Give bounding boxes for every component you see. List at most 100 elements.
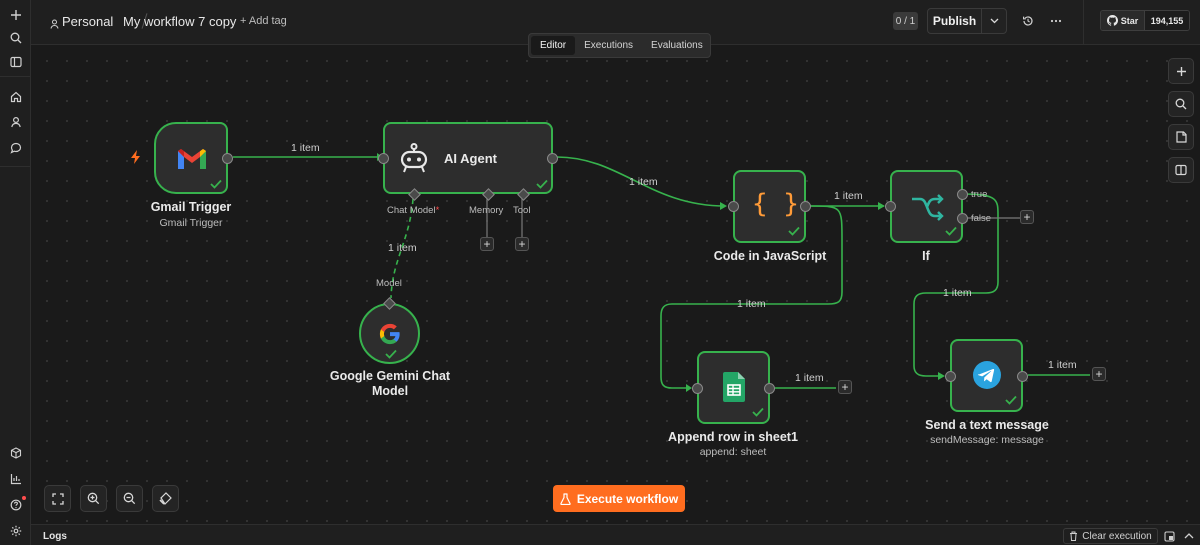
input-handle[interactable] (885, 201, 896, 212)
workflow-name[interactable]: My workflow 7 copy (123, 14, 236, 29)
true-label: true (971, 189, 988, 200)
braces-icon: { } (752, 189, 799, 219)
node-gemini-chat-model[interactable] (359, 297, 420, 364)
flask-icon (560, 492, 571, 505)
node-append-row-sheet[interactable] (692, 351, 775, 424)
execute-workflow-button[interactable]: Execute workflow (553, 485, 685, 512)
sticky-note-button[interactable] (1168, 124, 1194, 150)
success-check-icon (536, 179, 548, 189)
chevron-down-icon[interactable] (982, 9, 1006, 33)
lightning-icon (130, 150, 142, 169)
search-icon (1175, 98, 1187, 110)
node-title-gemini-line1: Google Gemini Chat (329, 369, 451, 383)
add-tag-button[interactable]: + Add tag (240, 15, 287, 27)
plus-icon[interactable] (5, 4, 26, 25)
chat-icon[interactable] (5, 137, 26, 158)
more-icon[interactable] (1048, 13, 1064, 29)
github-icon (1106, 15, 1118, 26)
edge-label: 1 item (737, 298, 766, 310)
publish-button-group: Publish (927, 8, 1007, 34)
tidy-up-button[interactable] (152, 485, 179, 512)
tool-label: Tool (513, 205, 531, 216)
output-handle[interactable] (800, 201, 811, 212)
node-title-if: If (922, 249, 930, 263)
output-handle[interactable] (1017, 371, 1028, 382)
view-tabs: Editor Executions Evaluations (528, 33, 711, 58)
output-handle[interactable] (547, 153, 558, 164)
cube-icon[interactable] (5, 442, 26, 463)
user-icon[interactable] (5, 111, 26, 132)
add-node-button[interactable] (1168, 58, 1194, 84)
clear-execution-label: Clear execution (1082, 530, 1152, 542)
node-send-text-message[interactable] (945, 339, 1028, 412)
model-port-label: Model (376, 278, 402, 289)
false-label: false (971, 213, 992, 224)
help-icon[interactable] (5, 494, 26, 515)
node-title-gemini-line2: Model (371, 384, 409, 398)
chevron-up-icon[interactable] (1183, 530, 1195, 542)
tab-evaluations[interactable]: Evaluations (642, 36, 712, 55)
node-title-code: Code in JavaScript (713, 249, 827, 263)
node-if[interactable] (885, 170, 968, 243)
node-ai-agent[interactable]: AI Agent (378, 122, 558, 201)
publish-button[interactable]: Publish (928, 9, 982, 33)
tab-editor[interactable]: Editor (531, 36, 576, 55)
add-false-branch-button[interactable]: + (1020, 210, 1034, 224)
success-check-icon (210, 179, 222, 189)
chart-icon[interactable] (5, 468, 26, 489)
notification-dot (22, 496, 26, 500)
search-nodes-button[interactable] (1168, 91, 1194, 117)
add-memory-button[interactable]: + (480, 237, 494, 251)
node-code-javascript[interactable]: { } (728, 170, 811, 243)
tab-executions[interactable]: Executions (575, 36, 642, 55)
fit-view-icon (51, 492, 64, 505)
add-tool-button[interactable]: + (515, 237, 529, 251)
edge-label: 1 item (1048, 359, 1077, 371)
zoom-out-icon (123, 492, 136, 505)
fit-view-button[interactable] (44, 485, 71, 512)
add-after-telegram-button[interactable]: + (1092, 367, 1106, 381)
settings-icon[interactable] (5, 520, 26, 541)
plus-icon (1176, 66, 1186, 76)
node-gmail-trigger[interactable] (154, 122, 233, 194)
add-after-sheets-button[interactable]: + (838, 380, 852, 394)
logs-label: Logs (43, 531, 67, 542)
github-star-button[interactable]: Star 194,155 (1100, 10, 1190, 31)
node-title-sheets: Append row in sheet1 (668, 430, 798, 444)
branch-icon (912, 194, 944, 221)
input-handle[interactable] (728, 201, 739, 212)
execute-workflow-label: Execute workflow (576, 491, 679, 506)
zoom-in-button[interactable] (80, 485, 107, 512)
output-handle[interactable] (222, 153, 233, 164)
toggle-panel-button[interactable] (1168, 157, 1194, 183)
gmail-icon (178, 149, 206, 169)
github-star-label: Star (1120, 15, 1139, 26)
edge-label: 1 item (629, 176, 658, 188)
false-output-handle[interactable] (957, 213, 968, 224)
history-icon[interactable] (1020, 13, 1036, 29)
search-icon[interactable] (5, 27, 26, 48)
left-rail (0, 0, 31, 545)
input-handle[interactable] (945, 371, 956, 382)
node-subtitle-gmail: Gmail Trigger (159, 217, 223, 229)
logs-bar[interactable]: Logs Clear execution (31, 524, 1200, 545)
input-handle[interactable] (692, 383, 703, 394)
workflow-canvas[interactable] (31, 45, 1200, 524)
node-title-ai-agent: AI Agent (444, 151, 497, 166)
github-area: Star 194,155 (1083, 0, 1200, 45)
popout-icon[interactable] (1163, 530, 1175, 542)
input-handle[interactable] (378, 153, 389, 164)
n8n-app: Personal My workflow 7 copy + Add tag 0 … (0, 0, 1200, 545)
node-title-gmail: Gmail Trigger (150, 200, 232, 214)
breadcrumb-project[interactable]: Personal (62, 14, 113, 29)
home-icon[interactable] (5, 86, 26, 107)
github-star[interactable]: Star (1101, 11, 1145, 30)
clear-execution-button[interactable]: Clear execution (1063, 528, 1158, 544)
output-handle[interactable] (764, 383, 775, 394)
true-output-handle[interactable] (957, 189, 968, 200)
sidebar-icon[interactable] (5, 51, 26, 72)
edge-label: 1 item (388, 242, 417, 254)
zoom-out-button[interactable] (116, 485, 143, 512)
panel-icon (1175, 164, 1187, 176)
trash-icon (1070, 531, 1078, 541)
